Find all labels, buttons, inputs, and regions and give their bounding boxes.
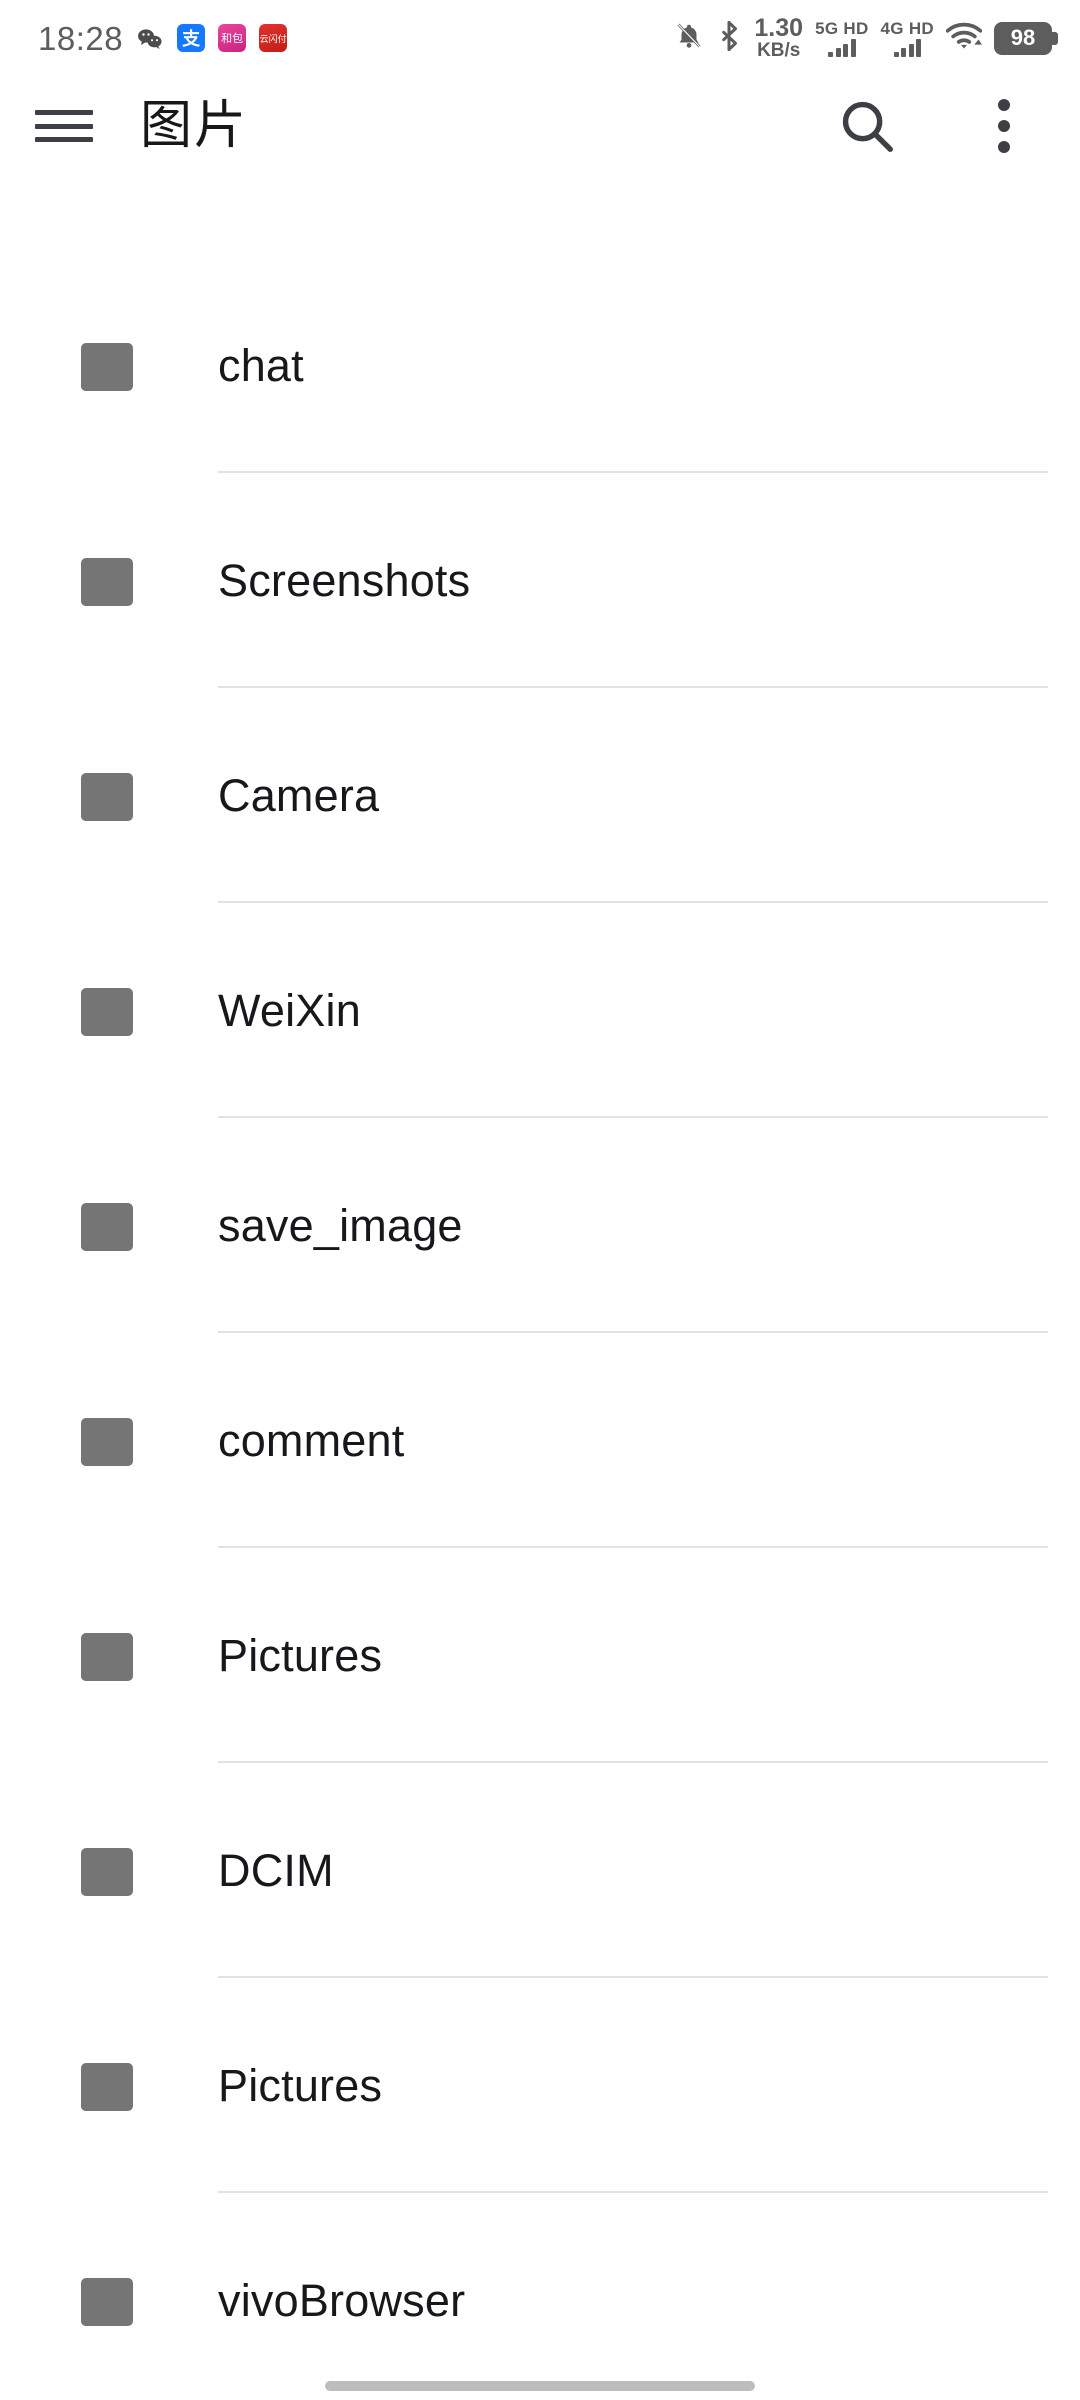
list-item[interactable]: WeiXin bbox=[0, 903, 1080, 1118]
wifi-icon bbox=[945, 22, 983, 55]
list-item[interactable]: comment bbox=[0, 1333, 1080, 1548]
more-vertical-icon[interactable] bbox=[975, 91, 1033, 161]
sim1-signal-bars bbox=[828, 38, 856, 57]
app-toolbar: 图片 bbox=[0, 76, 1080, 176]
status-bar: 18:28 支 和包 云闪付 1.30 KB/s 5G HD 4G HD 98 bbox=[0, 0, 1080, 76]
list-item[interactable]: save_image bbox=[0, 1118, 1080, 1333]
bell-muted-icon bbox=[674, 21, 704, 56]
list-item[interactable]: chat bbox=[0, 258, 1080, 473]
sim2-network-label: 4G HD bbox=[880, 18, 934, 38]
status-bar-clock: 18:28 bbox=[38, 19, 124, 57]
folder-icon bbox=[78, 1845, 136, 1897]
folder-icon bbox=[78, 340, 136, 392]
list-item-label: save_image bbox=[218, 1199, 463, 1251]
status-bar-right: 1.30 KB/s 5G HD 4G HD 98 bbox=[674, 14, 1058, 61]
phone-screen: 18:28 支 和包 云闪付 1.30 KB/s 5G HD 4G HD 98 … bbox=[0, 0, 1080, 2400]
network-speed-unit: KB/s bbox=[757, 40, 801, 61]
list-item-label: vivoBrowser bbox=[218, 2274, 466, 2326]
list-item-label: chat bbox=[218, 339, 304, 391]
list-item-label: comment bbox=[218, 1414, 405, 1466]
network-speed: 1.30 KB/s bbox=[754, 14, 804, 61]
network-speed-value: 1.30 bbox=[754, 14, 804, 42]
home-gesture-bar[interactable] bbox=[325, 2381, 755, 2391]
sim1-network-label: 5G HD bbox=[815, 18, 869, 38]
list-item-label: DCIM bbox=[218, 1844, 334, 1896]
wechat-icon bbox=[136, 24, 164, 52]
yunshanfu-icon: 云闪付 bbox=[259, 24, 288, 52]
list-item-label: Pictures bbox=[218, 1629, 383, 1681]
list-item[interactable]: Pictures bbox=[0, 1548, 1080, 1763]
list-item[interactable]: Pictures bbox=[0, 1978, 1080, 2193]
list-item[interactable]: vivoBrowser bbox=[0, 2193, 1080, 2400]
list-item[interactable]: Camera bbox=[0, 688, 1080, 903]
folder-icon bbox=[78, 770, 136, 822]
list-item-label: Screenshots bbox=[218, 554, 471, 606]
search-icon[interactable] bbox=[832, 91, 902, 161]
sim2-signal: 4G HD bbox=[881, 20, 934, 57]
list-item-label: Pictures bbox=[218, 2059, 383, 2111]
folder-icon bbox=[78, 1630, 136, 1682]
status-bar-left: 18:28 支 和包 云闪付 bbox=[38, 19, 288, 57]
folder-icon bbox=[78, 2275, 136, 2327]
list-item-label: Camera bbox=[218, 769, 380, 821]
sim2-signal-bars bbox=[893, 38, 922, 57]
folder-icon bbox=[78, 985, 136, 1037]
bluetooth-icon bbox=[716, 20, 742, 56]
folder-icon bbox=[78, 1200, 136, 1252]
page-title: 图片 bbox=[140, 96, 249, 156]
hebao-icon: 和包 bbox=[218, 24, 247, 52]
folder-icon bbox=[78, 555, 136, 607]
folder-icon bbox=[78, 1415, 136, 1467]
battery-indicator: 98 bbox=[994, 21, 1058, 55]
hamburger-menu-icon[interactable] bbox=[35, 104, 93, 148]
folder-list[interactable]: chat Screenshots Camera WeiXin save_imagecom… bbox=[0, 258, 1080, 2400]
folder-icon bbox=[78, 2060, 136, 2112]
battery-level-text: 98 bbox=[1010, 25, 1036, 50]
sim1-signal: 5G HD bbox=[815, 20, 868, 57]
list-item[interactable]: Screenshots bbox=[0, 473, 1080, 688]
list-item[interactable]: DCIM bbox=[0, 1763, 1080, 1978]
alipay-icon: 支 bbox=[177, 24, 206, 52]
list-item-label: WeiXin bbox=[218, 984, 361, 1036]
